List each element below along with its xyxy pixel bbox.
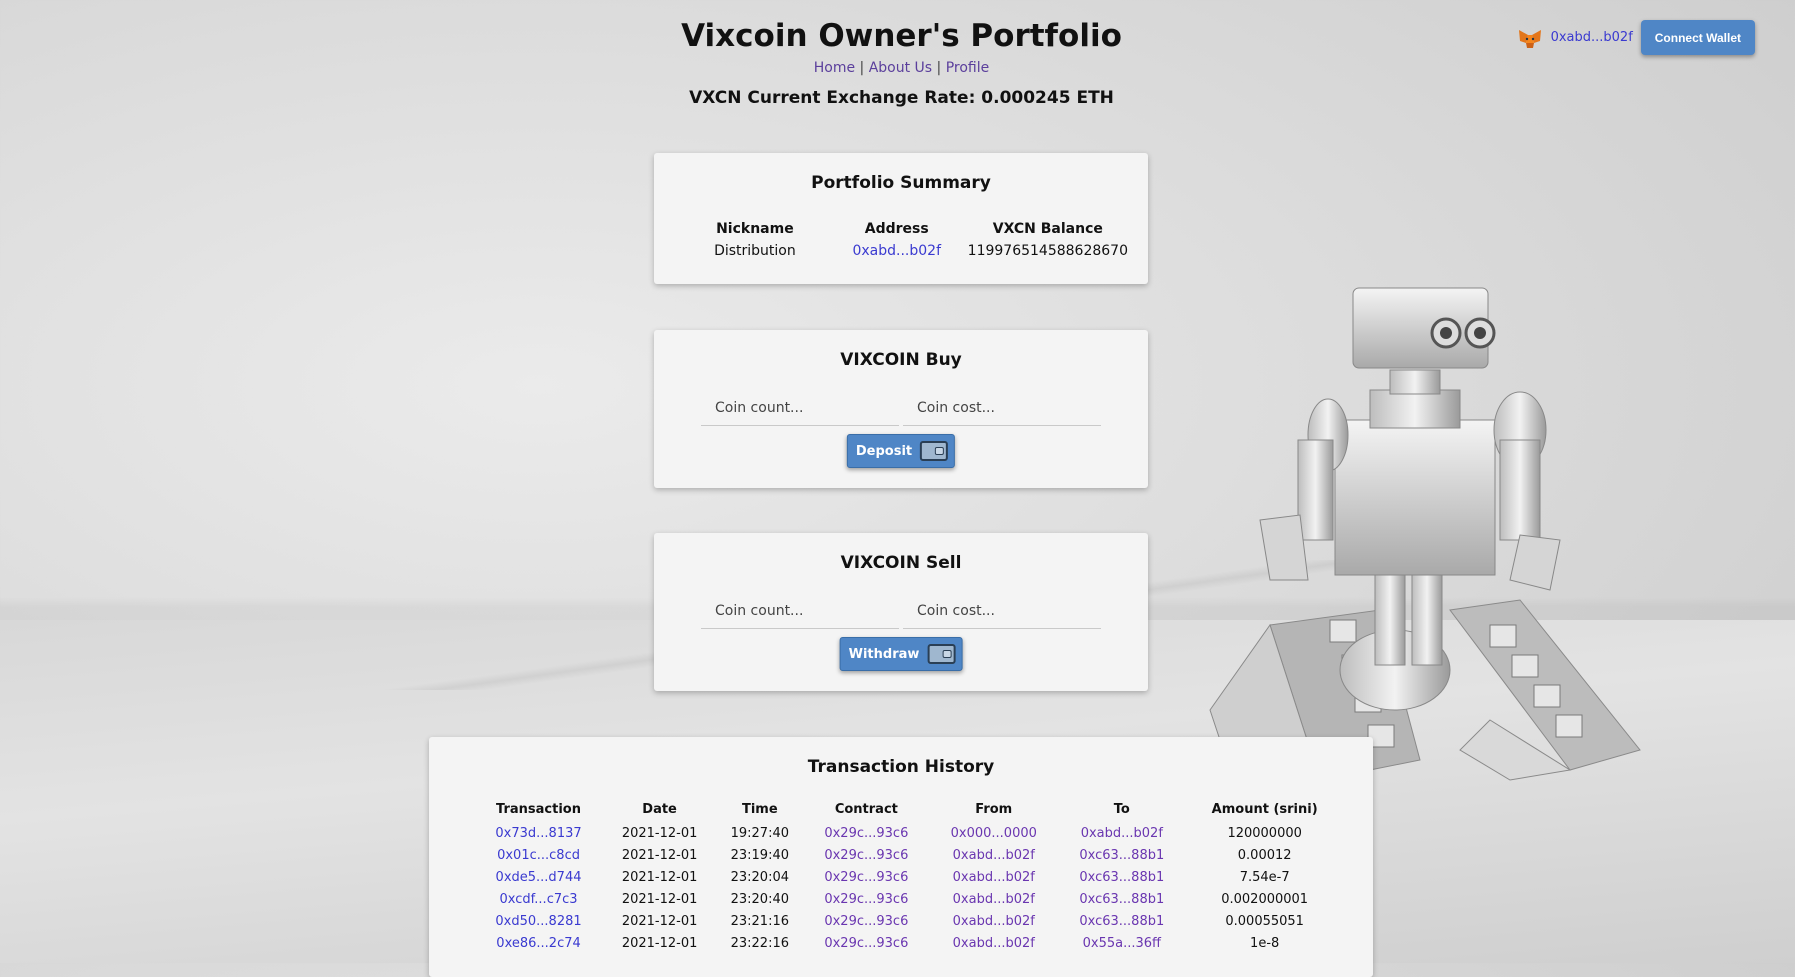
to-link[interactable]: 0xc63...88b1 xyxy=(1058,845,1185,867)
contract-link[interactable]: 0x29c...93c6 xyxy=(804,845,930,867)
summary-balance: 119976514588628670 xyxy=(967,243,1128,259)
nav-separator: | xyxy=(936,60,942,76)
deposit-button-label: Deposit xyxy=(855,443,913,459)
table-row: 0x73d...8137 2021-12-01 19:27:40 0x29c...93… xyxy=(474,823,1344,845)
amount-cell: 1e-8 xyxy=(1250,936,1280,951)
summary-nickname: Distribution xyxy=(714,243,796,259)
exchange-rate: VXCN Current Exchange Rate: 0.000245 ETH xyxy=(689,88,1114,108)
table-row: 0xde5...d744 2021-12-01 23:20:04 0x29c...93… xyxy=(474,867,1344,889)
nav-link-profile[interactable]: Profile xyxy=(946,60,990,76)
time-cell: 23:20:40 xyxy=(730,892,789,907)
transaction-hash-link[interactable]: 0xe86...2c74 xyxy=(474,933,603,955)
column-header-from: From xyxy=(975,802,1013,817)
wallet-address[interactable]: 0xabd...b02f xyxy=(1551,30,1633,45)
to-link[interactable]: 0xc63...88b1 xyxy=(1058,867,1185,889)
column-header-amount: Amount (srini) xyxy=(1211,802,1318,817)
withdraw-button[interactable]: Withdraw xyxy=(839,637,963,671)
contract-link[interactable]: 0x29c...93c6 xyxy=(804,867,930,889)
from-link[interactable]: 0x000...0000 xyxy=(929,823,1058,845)
column-header-transaction: Transaction xyxy=(496,802,581,817)
from-link[interactable]: 0xabd...b02f xyxy=(929,845,1058,867)
withdraw-button-label: Withdraw xyxy=(848,646,920,662)
metamask-fox-icon xyxy=(1518,29,1541,48)
time-cell: 23:22:16 xyxy=(730,936,789,951)
buy-title: VIXCOIN Buy xyxy=(840,350,962,370)
summary-header-address: Address xyxy=(864,221,929,237)
contract-link[interactable]: 0x29c...93c6 xyxy=(804,933,930,955)
transaction-hash-link[interactable]: 0xcdf...c7c3 xyxy=(474,889,603,911)
wallet-icon xyxy=(920,441,949,461)
wallet-area: 0xabd...b02f Connect Wallet xyxy=(1517,20,1755,55)
transaction-history-table: Transaction Date Time Contract From To A… xyxy=(474,802,1344,955)
time-cell: 23:20:04 xyxy=(730,870,789,885)
from-link[interactable]: 0xabd...b02f xyxy=(929,889,1058,911)
amount-cell: 7.54e-7 xyxy=(1239,870,1290,885)
to-link[interactable]: 0x55a...36ff xyxy=(1058,933,1185,955)
date-cell: 2021-12-01 xyxy=(621,892,698,907)
sell-coin-count-input[interactable] xyxy=(701,593,899,629)
transaction-hash-link[interactable]: 0x01c...c8cd xyxy=(474,845,603,867)
contract-link[interactable]: 0x29c...93c6 xyxy=(804,823,930,845)
to-link[interactable]: 0xc63...88b1 xyxy=(1058,911,1185,933)
main-nav: Home | About Us | Profile xyxy=(0,60,1795,76)
from-link[interactable]: 0xabd...b02f xyxy=(929,911,1058,933)
amount-cell: 120000000 xyxy=(1227,826,1302,841)
transaction-hash-link[interactable]: 0xde5...d744 xyxy=(474,867,603,889)
to-link[interactable]: 0xc63...88b1 xyxy=(1058,889,1185,911)
vixcoin-sell-card: VIXCOIN Sell Withdraw xyxy=(654,533,1148,691)
portfolio-summary-title: Portfolio Summary xyxy=(811,173,991,193)
from-link[interactable]: 0xabd...b02f xyxy=(929,933,1058,955)
contract-link[interactable]: 0x29c...93c6 xyxy=(804,889,930,911)
date-cell: 2021-12-01 xyxy=(621,936,698,951)
table-row: 0x01c...c8cd 2021-12-01 23:19:40 0x29c...93… xyxy=(474,845,1344,867)
date-cell: 2021-12-01 xyxy=(621,848,698,863)
from-link[interactable]: 0xabd...b02f xyxy=(929,867,1058,889)
to-link[interactable]: 0xabd...b02f xyxy=(1058,823,1185,845)
portfolio-summary-card: Portfolio Summary Nickname Address VXCN … xyxy=(654,153,1148,284)
sell-coin-cost-input[interactable] xyxy=(903,593,1101,629)
table-row: 0xcdf...c7c3 2021-12-01 23:20:40 0x29c...93… xyxy=(474,889,1344,911)
transaction-history-body: 0x73d...8137 2021-12-01 19:27:40 0x29c...93… xyxy=(474,823,1344,955)
date-cell: 2021-12-01 xyxy=(621,914,698,929)
transaction-hash-link[interactable]: 0x73d...8137 xyxy=(474,823,603,845)
contract-link[interactable]: 0x29c...93c6 xyxy=(804,911,930,933)
portfolio-summary-table: Nickname Address VXCN Balance Distributi… xyxy=(684,221,1128,259)
column-header-date: Date xyxy=(642,802,677,817)
transaction-history-card: Transaction History Transaction Date Tim… xyxy=(429,737,1373,977)
table-row: 0xe86...2c74 2021-12-01 23:22:16 0x29c...93… xyxy=(474,933,1344,955)
amount-cell: 0.00055051 xyxy=(1225,914,1304,929)
column-header-time: Time xyxy=(741,802,778,817)
buy-coin-count-input[interactable] xyxy=(701,390,899,426)
sell-title: VIXCOIN Sell xyxy=(840,553,962,573)
transaction-hash-link[interactable]: 0xd50...8281 xyxy=(474,911,603,933)
nav-separator: | xyxy=(859,60,865,76)
time-cell: 23:19:40 xyxy=(730,848,789,863)
date-cell: 2021-12-01 xyxy=(621,870,698,885)
nav-link-about-us[interactable]: About Us xyxy=(869,60,932,76)
column-header-contract: Contract xyxy=(834,802,898,817)
table-header-row: Transaction Date Time Contract From To A… xyxy=(474,802,1344,823)
summary-header-balance: VXCN Balance xyxy=(992,221,1103,237)
time-cell: 19:27:40 xyxy=(730,826,789,841)
buy-inputs xyxy=(701,390,1101,426)
nav-link-home[interactable]: Home xyxy=(814,60,855,76)
column-header-to: To xyxy=(1113,802,1130,817)
summary-header-nickname: Nickname xyxy=(716,221,794,237)
summary-address-link[interactable]: 0xabd...b02f xyxy=(826,243,968,259)
sell-inputs xyxy=(701,593,1101,629)
connect-wallet-button[interactable]: Connect Wallet xyxy=(1640,20,1755,55)
buy-coin-cost-input[interactable] xyxy=(903,390,1101,426)
amount-cell: 0.002000001 xyxy=(1221,892,1309,907)
transaction-history-title: Transaction History xyxy=(807,757,995,777)
deposit-button[interactable]: Deposit xyxy=(846,434,956,468)
table-row: 0xd50...8281 2021-12-01 23:21:16 0x29c...93… xyxy=(474,911,1344,933)
date-cell: 2021-12-01 xyxy=(621,826,698,841)
vixcoin-buy-card: VIXCOIN Buy Deposit xyxy=(654,330,1148,488)
time-cell: 23:21:16 xyxy=(730,914,789,929)
amount-cell: 0.00012 xyxy=(1237,848,1292,863)
wallet-icon xyxy=(927,644,956,664)
